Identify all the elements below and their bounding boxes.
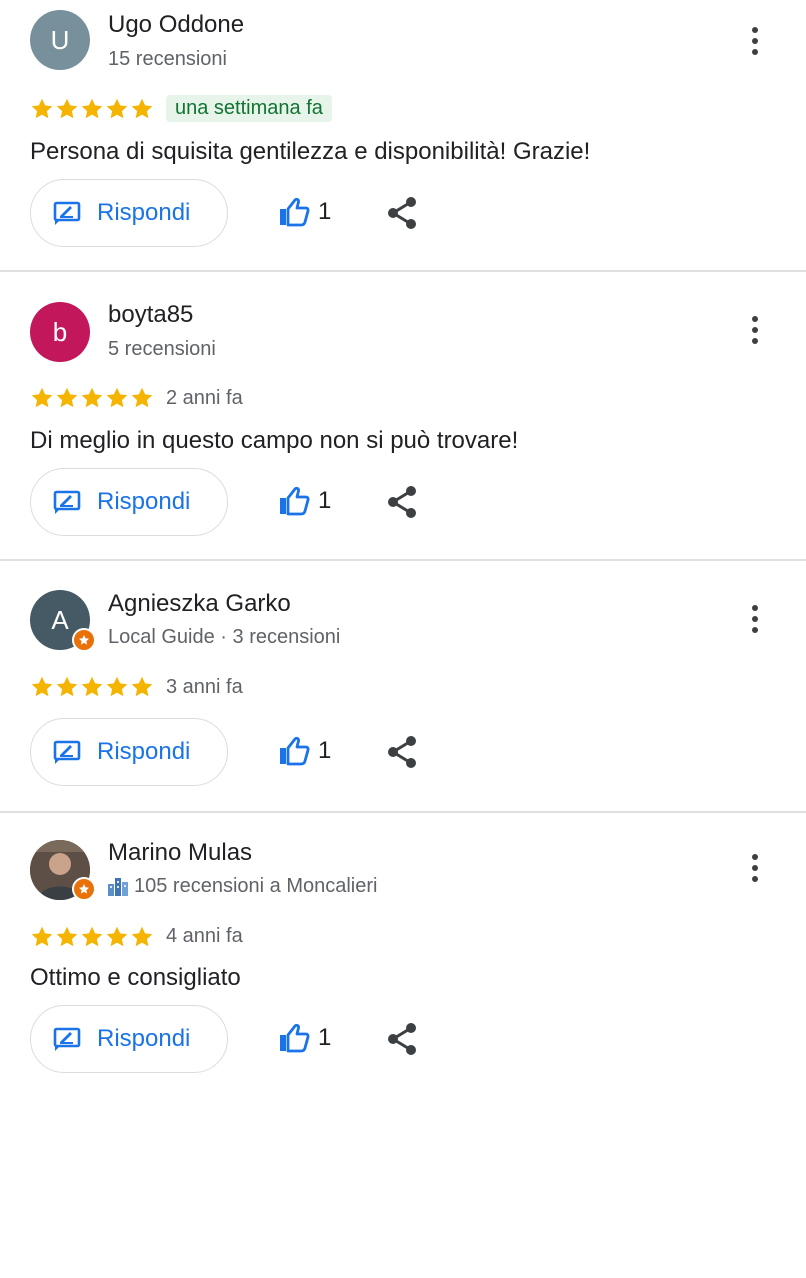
star-rating bbox=[30, 675, 154, 699]
more-vert-icon bbox=[752, 605, 758, 611]
star-icon bbox=[131, 926, 153, 947]
star-icon bbox=[106, 676, 128, 697]
reply-icon bbox=[53, 1027, 81, 1051]
star-icon bbox=[56, 98, 78, 119]
review-author-name[interactable]: Ugo Oddone bbox=[108, 11, 244, 39]
more-vert-icon bbox=[752, 854, 758, 860]
star-icon bbox=[106, 387, 128, 408]
review-date: 4 anni fa bbox=[166, 925, 243, 947]
more-options-button[interactable] bbox=[742, 848, 768, 888]
thumb-up-icon bbox=[280, 486, 310, 516]
star-icon bbox=[81, 926, 103, 947]
star-icon bbox=[81, 676, 103, 697]
review-card: b boyta85 5 recensioni 2 anni fa Di megl… bbox=[0, 272, 806, 560]
city-icon bbox=[108, 877, 128, 896]
review-author-name[interactable]: Marino Mulas bbox=[108, 839, 252, 867]
reply-button-label: Rispondi bbox=[97, 738, 191, 765]
star-icon bbox=[81, 387, 103, 408]
like-count: 1 bbox=[318, 1024, 332, 1051]
share-button[interactable] bbox=[386, 485, 418, 524]
reply-button-label: Rispondi bbox=[97, 1025, 191, 1052]
star-icon bbox=[31, 676, 53, 697]
review-count-label: 5 recensioni bbox=[108, 338, 216, 360]
reply-button[interactable]: Rispondi bbox=[30, 179, 228, 247]
star-icon bbox=[31, 98, 53, 119]
more-vert-icon bbox=[752, 27, 758, 33]
star-icon bbox=[56, 676, 78, 697]
avatar-letter: b bbox=[52, 316, 68, 347]
reply-icon bbox=[53, 201, 81, 225]
star-icon bbox=[31, 926, 53, 947]
thumb-up-icon bbox=[280, 197, 310, 227]
review-author-meta: 5 recensioni bbox=[108, 338, 216, 361]
star-rating bbox=[30, 97, 154, 121]
thumb-up-icon bbox=[280, 736, 310, 766]
share-icon bbox=[388, 486, 416, 518]
like-button[interactable]: 1 bbox=[278, 1023, 331, 1053]
share-icon bbox=[388, 736, 416, 768]
review-date: 2 anni fa bbox=[166, 387, 243, 409]
reply-button-label: Rispondi bbox=[97, 199, 191, 226]
review-text: Di meglio in questo campo non si può tro… bbox=[30, 427, 519, 454]
star-icon bbox=[106, 926, 128, 947]
share-icon bbox=[388, 197, 416, 229]
thumb-up-icon bbox=[280, 1023, 310, 1053]
review-count-label: 15 recensioni bbox=[108, 48, 227, 70]
review-text: Persona di squisita gentilezza e disponi… bbox=[30, 138, 591, 165]
like-count: 1 bbox=[318, 198, 332, 225]
review-date: 3 anni fa bbox=[166, 676, 243, 698]
local-guide-badge-icon bbox=[72, 628, 96, 652]
avatar[interactable]: b bbox=[30, 302, 90, 362]
reply-button[interactable]: Rispondi bbox=[30, 718, 228, 786]
like-count: 1 bbox=[318, 487, 332, 514]
reply-button[interactable]: Rispondi bbox=[30, 468, 228, 536]
avatar-letter: A bbox=[51, 604, 69, 635]
empty-area bbox=[0, 1083, 806, 1278]
review-card: A Agnieszka Garko Local Guide · 3 recens… bbox=[0, 561, 806, 811]
avatar-letter: U bbox=[50, 24, 70, 55]
review-card: Marino Mulas 105 recensioni a Moncalieri… bbox=[0, 813, 806, 1083]
review-author-meta: 15 recensioni bbox=[108, 48, 227, 71]
review-author-name[interactable]: boyta85 bbox=[108, 301, 193, 329]
more-options-button[interactable] bbox=[742, 21, 768, 61]
share-button[interactable] bbox=[386, 735, 418, 774]
review-author-meta: 105 recensioni a Moncalieri bbox=[108, 875, 377, 898]
review-text: Ottimo e consigliato bbox=[30, 964, 241, 991]
star-icon bbox=[56, 387, 78, 408]
share-icon bbox=[388, 1023, 416, 1055]
star-rating bbox=[30, 925, 154, 949]
star-icon bbox=[131, 387, 153, 408]
review-date-badge: una settimana fa bbox=[166, 95, 332, 122]
reply-button[interactable]: Rispondi bbox=[30, 1005, 228, 1073]
share-button[interactable] bbox=[386, 196, 418, 235]
review-author-meta: Local Guide · 3 recensioni bbox=[108, 626, 340, 649]
star-rating bbox=[30, 386, 154, 410]
star-icon bbox=[106, 98, 128, 119]
star-icon bbox=[131, 98, 153, 119]
like-button[interactable]: 1 bbox=[278, 197, 331, 227]
review-author-name[interactable]: Agnieszka Garko bbox=[108, 590, 291, 618]
local-guide-badge-icon bbox=[72, 877, 96, 901]
star-icon bbox=[31, 387, 53, 408]
review-count-label: 105 recensioni a Moncalieri bbox=[134, 875, 378, 897]
share-button[interactable] bbox=[386, 1022, 418, 1061]
star-icon bbox=[131, 676, 153, 697]
avatar[interactable]: U bbox=[30, 10, 90, 70]
review-count-label: Local Guide · 3 recensioni bbox=[108, 626, 341, 648]
like-count: 1 bbox=[318, 737, 332, 764]
reply-button-label: Rispondi bbox=[97, 488, 191, 515]
more-options-button[interactable] bbox=[742, 599, 768, 639]
more-vert-icon bbox=[752, 316, 758, 322]
more-options-button[interactable] bbox=[742, 310, 768, 350]
reply-icon bbox=[53, 740, 81, 764]
review-card: U Ugo Oddone 15 recensioni una settimana… bbox=[0, 0, 806, 271]
star-icon bbox=[56, 926, 78, 947]
like-button[interactable]: 1 bbox=[278, 486, 331, 516]
like-button[interactable]: 1 bbox=[278, 736, 331, 766]
reply-icon bbox=[53, 490, 81, 514]
star-icon bbox=[81, 98, 103, 119]
